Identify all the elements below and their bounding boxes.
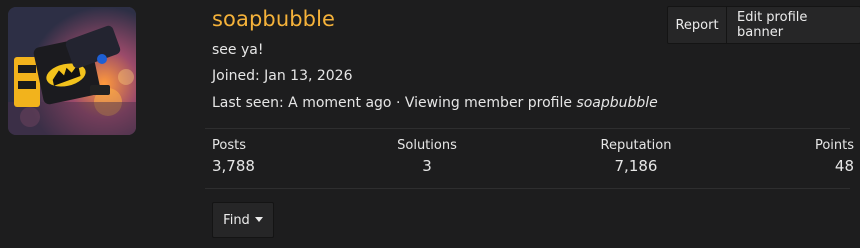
stat-value: 3,788	[212, 157, 255, 175]
stat-label: Solutions	[397, 138, 457, 153]
stat-points[interactable]: Points 48	[815, 138, 854, 175]
edit-profile-banner-button[interactable]: Edit profile banner	[726, 7, 860, 43]
avatar-image	[8, 7, 136, 135]
stat-label: Reputation	[600, 138, 672, 153]
stat-value: 3	[422, 157, 432, 175]
avatar[interactable]	[8, 7, 136, 135]
stat-label: Posts	[212, 138, 246, 153]
divider	[205, 188, 850, 189]
find-label: Find	[223, 212, 250, 228]
find-dropdown-button[interactable]: Find	[212, 202, 274, 238]
status-message: see ya!	[212, 42, 264, 58]
caret-down-icon	[254, 216, 263, 222]
stat-label: Points	[814, 138, 854, 153]
stat-posts[interactable]: Posts 3,788	[212, 138, 255, 175]
joined-date: Joined: Jan 13, 2026	[212, 68, 353, 84]
stat-reputation[interactable]: Reputation 7,186	[588, 138, 684, 175]
last-seen-text: Last seen: A moment ago · Viewing member…	[212, 95, 577, 111]
report-button[interactable]: Report	[668, 7, 726, 43]
divider	[205, 128, 850, 129]
stat-value: 7,186	[614, 157, 658, 175]
last-seen: Last seen: A moment ago · Viewing member…	[212, 95, 658, 111]
stat-value: 48	[834, 157, 854, 175]
stat-solutions[interactable]: Solutions 3	[374, 138, 480, 175]
username-link[interactable]: soapbubble	[212, 7, 335, 31]
profile-action-group: Report Edit profile banner	[667, 6, 860, 44]
viewing-user-link[interactable]: soapbubble	[576, 95, 657, 111]
